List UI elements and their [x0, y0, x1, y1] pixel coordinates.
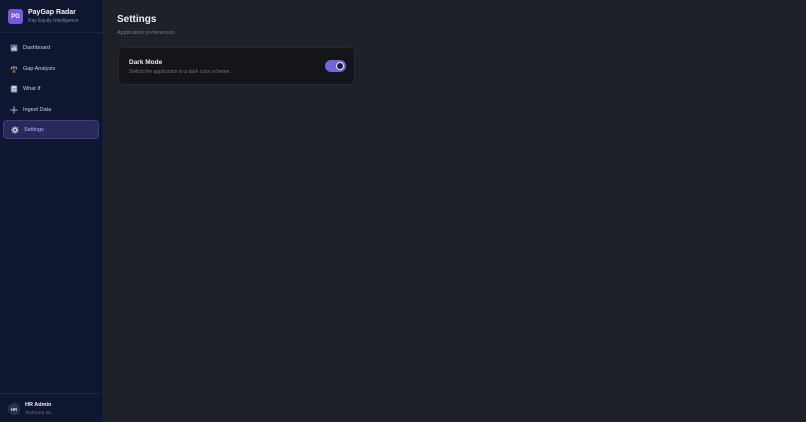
- gear-icon: [11, 125, 19, 134]
- user-profile[interactable]: HR HR Admin TechCorp Inc.: [0, 393, 104, 422]
- sidebar: PG PayGap Radar Pay Equity Intelligence …: [0, 0, 104, 422]
- sidebar-item-label: Settings: [24, 126, 44, 133]
- chart-icon: [10, 44, 18, 52]
- dark-mode-setting-card: Dark Mode Switch the application to a da…: [118, 47, 355, 85]
- sidebar-item-label: Gap Analysis: [23, 65, 56, 72]
- sidebar-item-gap-analysis[interactable]: Gap Analysis: [3, 59, 99, 78]
- plus-icon: [10, 106, 18, 114]
- sidebar-item-label: What If: [23, 85, 41, 92]
- setting-description: Switch the application to a dark color s…: [129, 69, 231, 75]
- toggle-knob: [336, 62, 344, 70]
- scale-icon: [10, 65, 18, 73]
- dark-mode-toggle[interactable]: [325, 60, 346, 72]
- calculator-icon: [10, 85, 18, 93]
- user-org: TechCorp Inc.: [25, 410, 53, 415]
- page-subtitle: Application preferences.: [117, 30, 177, 36]
- brand-name: PayGap Radar: [28, 9, 76, 16]
- setting-title: Dark Mode: [129, 59, 163, 66]
- avatar: HR: [8, 403, 20, 415]
- brand-subtitle: Pay Equity Intelligence: [28, 18, 79, 24]
- brand: PG PayGap Radar Pay Equity Intelligence: [0, 0, 104, 33]
- sidebar-item-ingest-data[interactable]: Ingest Data: [3, 100, 99, 119]
- sidebar-item-label: Ingest Data: [23, 106, 52, 113]
- brand-logo[interactable]: PG: [8, 9, 23, 24]
- sidebar-item-label: Dashboard: [23, 44, 50, 51]
- user-name: HR Admin: [25, 402, 52, 408]
- sidebar-item-settings[interactable]: Settings: [3, 120, 99, 139]
- sidebar-item-dashboard[interactable]: Dashboard: [3, 38, 99, 57]
- page-title: Settings: [117, 14, 157, 25]
- sidebar-item-what-if[interactable]: What If: [3, 79, 99, 98]
